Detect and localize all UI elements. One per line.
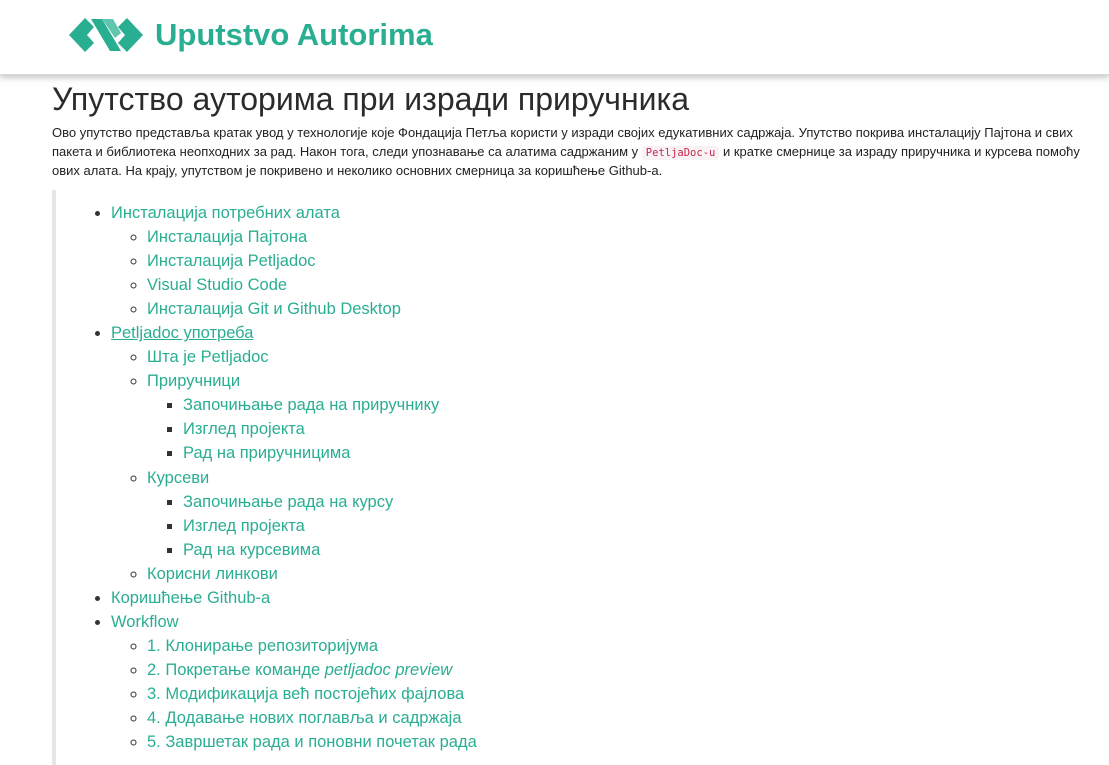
toc-sublist-installation: Инсталација Пајтона Инсталација Petljado… [111,225,556,321]
toc-item-git: Инсталација Git и Github Desktop [147,297,556,321]
toc-link-step3[interactable]: 3. Модификација већ постојећих фајлова [147,685,464,703]
toc-item-manual-work: Рад на приручницима [183,441,556,465]
toc-link-course-layout[interactable]: Изглед пројекта [183,517,305,535]
table-of-contents: Инсталација потребних алата Инсталација … [52,190,556,765]
toc-link-git[interactable]: Инсталација Git и Github Desktop [147,300,401,318]
toc-item-manual-layout: Изглед пројекта [183,417,556,441]
toc-link-manuals[interactable]: Приручници [147,372,240,390]
intro-paragraph: Ово упутство представља кратак увод у те… [52,124,1092,181]
toc-link-step2[interactable]: 2. Покретање команде petljadoc preview [147,661,452,679]
toc-item-course-work: Рад на курсевима [183,538,556,562]
toc-item-step4: 4. Додавање нових поглавља и садржаја [147,706,556,730]
toc-item-github: Коришћење Github-а [111,586,556,610]
toc-link-step5[interactable]: 5. Завршетак рада и поновни почетак рада [147,733,477,751]
toc-link-courses[interactable]: Курсеви [147,469,209,487]
toc-link-manual-layout[interactable]: Изглед пројекта [183,420,305,438]
toc-item-step5: 5. Завршетак рада и поновни почетак рада [147,730,556,754]
toc-item-course-layout: Изглед пројекта [183,514,556,538]
toc-item-usage: Petljadoc употреба Шта је Petljadoc Прир… [111,321,556,586]
toc-link-manual-work[interactable]: Рад на приручницима [183,444,350,462]
toc-item-courses: Курсеви Започињање рада на курсу Изглед … [147,466,556,562]
toc-item-petljadoc-install: Инсталација Petljadoc [147,249,556,273]
step2-prefix: 2. Покретање команде [147,660,325,679]
petljadoc-code: PetljaDoc-u [641,145,720,160]
toc-link-github[interactable]: Коришћење Github-а [111,589,270,607]
toc-item-what-is: Шта је Petljadoc [147,345,556,369]
toc-item-installation: Инсталација потребних алата Инсталација … [111,201,556,321]
toc-link-vscode[interactable]: Visual Studio Code [147,276,287,294]
toc-item-useful-links: Корисни линкови [147,562,556,586]
toc-item-course-start: Започињање рада на курсу [183,490,556,514]
toc-sublist-courses: Започињање рада на курсу Изглед пројекта… [147,490,556,562]
toc-link-course-work[interactable]: Рад на курсевима [183,541,320,559]
toc-item-vscode: Visual Studio Code [147,273,556,297]
toc-link-python[interactable]: Инсталација Пајтона [147,228,307,246]
toc-link-manual-start[interactable]: Започињање рада на приручнику [183,396,439,414]
toc-link-workflow[interactable]: Workflow [111,613,179,631]
toc-link-step1[interactable]: 1. Клонирање репозиторијума [147,637,378,655]
toc-item-step2: 2. Покретање команде petljadoc preview [147,658,556,682]
toc-item-step1: 1. Клонирање репозиторијума [147,634,556,658]
toc-link-petljadoc-install[interactable]: Инсталација Petljadoc [147,252,316,270]
toc-item-step3: 3. Модификација већ постојећих фајлова [147,682,556,706]
toc-link-useful-links[interactable]: Корисни линкови [147,565,278,583]
toc-item-manuals: Приручници Започињање рада на приручнику… [147,369,556,465]
toc-link-course-start[interactable]: Започињање рада на курсу [183,493,393,511]
toc-item-python: Инсталација Пајтона [147,225,556,249]
toc-sublist-manuals: Започињање рада на приручнику Изглед про… [147,393,556,465]
petlja-logo-icon[interactable] [69,14,143,56]
toc-item-manual-start: Започињање рада на приручнику [183,393,556,417]
toc-link-what-is[interactable]: Шта је Petljadoc [147,348,269,366]
page-title: Упутство ауторима при изради приручника [52,81,690,117]
toc-link-installation[interactable]: Инсталација потребних алата [111,204,340,222]
step2-command: petljadoc preview [324,660,453,679]
toc-link-usage[interactable]: Petljadoc употреба [111,324,253,342]
toc-sublist-workflow: 1. Клонирање репозиторијума 2. Покретање… [111,634,556,754]
toc-list: Инсталација потребних алата Инсталација … [56,201,556,754]
toc-item-workflow: Workflow 1. Клонирање репозиторијума 2. … [111,610,556,754]
top-navbar: Uputstvo Autorima [0,0,1109,75]
brand-link[interactable]: Uputstvo Autorima [155,15,433,55]
toc-sublist-usage: Шта је Petljadoc Приручници Започињање р… [111,345,556,585]
toc-link-step4[interactable]: 4. Додавање нових поглавља и садржаја [147,709,462,727]
